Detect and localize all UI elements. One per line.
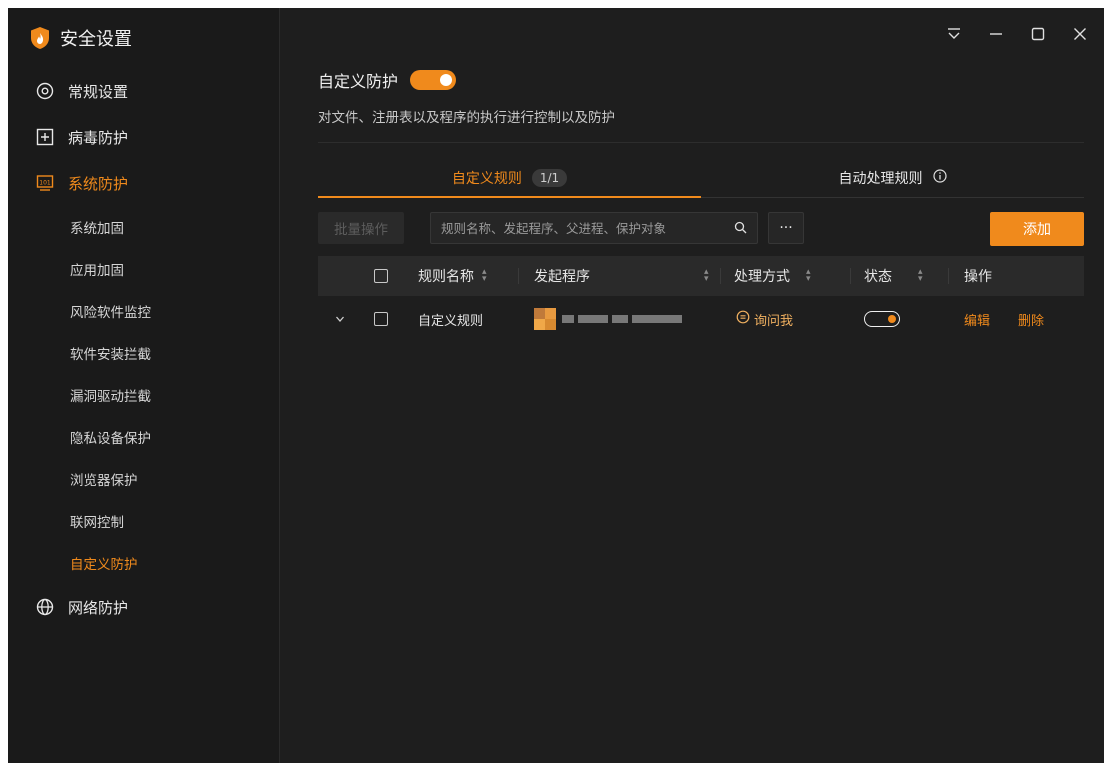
sidebar: 安全设置 常规设置 病毒防护 101 系统防护 系统加固 应用加固 风险软件监控… [8, 8, 280, 763]
globe-icon [36, 598, 54, 616]
redacted-text [612, 315, 628, 323]
page-description: 对文件、注册表以及程序的执行进行控制以及防护 [318, 110, 615, 126]
table-row[interactable]: 自定义规则 询问我 编辑 删除 [318, 296, 1084, 342]
expand-chevron-icon[interactable] [334, 296, 346, 342]
sidebar-item-system-protection[interactable]: 101 系统防护 [8, 160, 279, 206]
window-controls [942, 22, 1092, 46]
row-checkbox-cell [374, 296, 388, 342]
toolbar: 批量操作 ··· 添加 [318, 212, 1084, 246]
rule-count-badge: 1/1 [531, 168, 568, 187]
tab-label: 自定义规则 [451, 170, 522, 187]
shield-logo-icon [30, 26, 50, 50]
column-header-label: 操作 [964, 269, 992, 285]
divider [318, 142, 1084, 143]
more-options-button[interactable]: ··· [768, 212, 804, 244]
tab-bar: 自定义规则 1/1 自动处理规则 [318, 158, 1084, 198]
sidebar-subitem-app-hardening[interactable]: 应用加固 [8, 248, 279, 290]
edit-button[interactable]: 编辑 [964, 310, 990, 329]
sidebar-subitem-risk-software[interactable]: 风险软件监控 [8, 290, 279, 332]
redacted-text [632, 315, 682, 323]
program-icon [534, 308, 556, 330]
column-separator [720, 268, 721, 284]
main-panel: 自定义防护 对文件、注册表以及程序的执行进行控制以及防护 自定义规则 1/1 自… [280, 8, 1104, 763]
column-header-operation: 操作 [964, 256, 992, 296]
sort-icon[interactable]: ▴ ▾ [806, 268, 811, 284]
operation-cell: 编辑 删除 [964, 296, 1044, 342]
sidebar-subitem-network-control[interactable]: 联网控制 [8, 500, 279, 542]
status-cell [864, 296, 900, 342]
sidebar-subitem-custom-protection[interactable]: 自定义防护 [8, 542, 279, 584]
minimize-icon[interactable] [984, 22, 1008, 46]
redacted-text [578, 315, 608, 323]
tab-custom-rules[interactable]: 自定义规则 1/1 [318, 158, 701, 198]
sidebar-item-label: 系统防护 [68, 174, 129, 193]
sidebar-subitem-system-hardening[interactable]: 系统加固 [8, 206, 279, 248]
batch-operation-button[interactable]: 批量操作 [318, 212, 404, 244]
sidebar-subitem-privacy-device[interactable]: 隐私设备保护 [8, 416, 279, 458]
search-box [430, 212, 758, 244]
rule-enabled-toggle[interactable] [864, 311, 900, 327]
page-title: 自定义防护 [318, 72, 399, 91]
process-sort-cell: ▴ ▾ [696, 256, 709, 296]
sidebar-subitem-install-block[interactable]: 软件安装拦截 [8, 332, 279, 374]
sidebar-subitem-driver-block[interactable]: 漏洞驱动拦截 [8, 374, 279, 416]
column-header-label: 发起程序 [534, 269, 590, 285]
app-window: 安全设置 常规设置 病毒防护 101 系统防护 系统加固 应用加固 风险软件监控… [8, 8, 1104, 763]
plus-box-icon [36, 128, 54, 146]
column-separator [518, 268, 519, 284]
tab-label: 自动处理规则 [838, 170, 923, 187]
column-separator [948, 268, 949, 284]
action-cell: 询问我 [736, 296, 793, 342]
sidebar-item-label: 病毒防护 [68, 128, 129, 147]
column-header-status[interactable]: 状态 ▴ ▾ [864, 256, 923, 296]
search-icon[interactable] [734, 219, 747, 238]
column-header-label: 处理方式 [734, 269, 790, 285]
sidebar-item-virus-protection[interactable]: 病毒防护 [8, 114, 279, 160]
tab-auto-rules[interactable]: 自动处理规则 [701, 158, 1084, 197]
add-rule-button[interactable]: 添加 [990, 212, 1084, 246]
column-header-label: 状态 [864, 269, 892, 285]
system-icon: 101 [36, 174, 54, 192]
sidebar-item-general[interactable]: 常规设置 [8, 68, 279, 114]
sidebar-item-label: 常规设置 [68, 82, 129, 101]
maximize-icon[interactable] [1026, 22, 1050, 46]
select-all-cell [374, 256, 388, 296]
sort-icon[interactable]: ▴ ▾ [704, 268, 709, 284]
section-header: 自定义防护 [318, 68, 457, 92]
column-header-name[interactable]: 规则名称 ▴ ▾ [418, 256, 487, 296]
process-cell [534, 296, 682, 342]
rule-name-cell: 自定义规则 [418, 313, 484, 329]
sort-icon[interactable]: ▴ ▾ [482, 268, 487, 284]
redacted-text [562, 315, 574, 323]
row-checkbox[interactable] [374, 312, 388, 326]
column-separator [850, 268, 851, 284]
custom-protection-toggle[interactable] [410, 70, 457, 90]
ask-icon [736, 310, 750, 328]
sidebar-item-network-protection[interactable]: 网络防护 [8, 584, 279, 630]
column-header-label: 规则名称 [418, 269, 474, 285]
info-icon[interactable] [932, 168, 947, 187]
sort-icon[interactable]: ▴ ▾ [918, 268, 923, 284]
menu-icon[interactable] [942, 22, 966, 46]
column-header-action[interactable]: 处理方式 ▴ ▾ [734, 256, 811, 296]
select-all-checkbox[interactable] [374, 269, 388, 283]
rules-table: 规则名称 ▴ ▾ 发起程序 ▴ ▾ 处理方式 ▴ ▾ 状态 ▴ ▾ 操作 自定义… [318, 256, 1084, 342]
action-label: 询问我 [754, 313, 794, 329]
sidebar-subitem-browser-protection[interactable]: 浏览器保护 [8, 458, 279, 500]
table-header: 规则名称 ▴ ▾ 发起程序 ▴ ▾ 处理方式 ▴ ▾ 状态 ▴ ▾ 操作 [318, 256, 1084, 296]
app-title: 安全设置 [30, 24, 132, 52]
delete-button[interactable]: 删除 [1018, 310, 1044, 329]
settings-icon [36, 82, 54, 100]
column-header-process[interactable]: 发起程序 [534, 256, 590, 296]
app-title-text: 安全设置 [60, 29, 132, 50]
sidebar-item-label: 网络防护 [68, 598, 129, 617]
svg-text:101: 101 [39, 180, 51, 187]
sidebar-nav: 常规设置 病毒防护 101 系统防护 系统加固 应用加固 风险软件监控 软件安装… [8, 68, 279, 630]
search-input[interactable] [441, 220, 734, 236]
close-icon[interactable] [1068, 22, 1092, 46]
